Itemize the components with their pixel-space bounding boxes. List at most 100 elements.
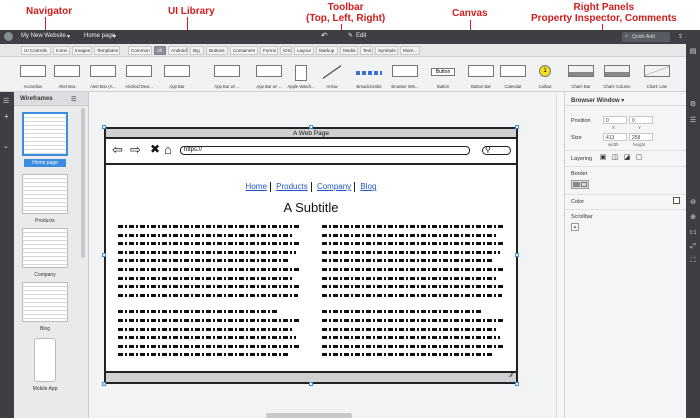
library-tab-common[interactable]: Common xyxy=(128,46,152,55)
panel-toggle-icon[interactable]: ▤ xyxy=(688,47,698,57)
zoom-actual-size[interactable]: 1:1 xyxy=(688,228,698,238)
selection-handle[interactable] xyxy=(515,125,519,129)
inspector-header: Browser Window ▾ xyxy=(565,92,687,106)
selection-handle[interactable] xyxy=(515,253,519,257)
send-backward-icon[interactable]: ◪ xyxy=(623,154,631,162)
library-item-callout[interactable]: 1 Callout xyxy=(528,60,562,90)
library-tab-more[interactable]: More... xyxy=(400,46,420,55)
edit-menu[interactable]: Edit xyxy=(356,33,366,39)
position-y-input[interactable]: 0 xyxy=(629,116,653,124)
inspector-title-chevron-icon[interactable]: ▾ xyxy=(621,98,624,104)
library-tab-containers[interactable]: Containers xyxy=(230,46,258,55)
navigator-page-thumbnail-products[interactable] xyxy=(22,174,68,214)
library-tab-images[interactable]: Images xyxy=(72,46,92,55)
border-style-toggle[interactable] xyxy=(571,180,589,189)
library-item-app-bar-w[interactable]: App Bar w/ ... xyxy=(210,60,244,90)
library-tab-icons[interactable]: Icons xyxy=(53,46,70,55)
project-menu-chevron-icon[interactable]: ▾ xyxy=(67,33,70,40)
color-picker-icon[interactable] xyxy=(673,197,680,204)
zoom-in-icon[interactable]: ⊕ xyxy=(688,213,698,223)
project-name[interactable]: My New Website xyxy=(21,33,66,39)
panels-icon[interactable]: ☰ xyxy=(3,97,9,105)
library-tabs: UI Controls Icons Images Templates Common All… xyxy=(0,44,700,57)
library-item-button[interactable]: Button Button xyxy=(426,60,460,90)
quick-add-placeholder: Quick Add xyxy=(632,34,655,40)
library-item-label: Chart: Column xyxy=(603,84,631,89)
collapse-chevron-icon[interactable]: ⌄ xyxy=(3,142,9,150)
library-item-app-bar[interactable]: App Bar xyxy=(160,60,194,90)
library-item-label: Arrow xyxy=(326,84,338,89)
width-input[interactable]: 413 xyxy=(603,133,627,141)
library-item-alert-box-a[interactable]: Alert Box (A... xyxy=(86,60,120,90)
navigator-page-label-products[interactable]: Products xyxy=(14,218,76,224)
page-name[interactable]: Home page xyxy=(84,33,115,39)
library-item-accordion[interactable]: Accordion xyxy=(16,60,50,90)
navigator-page-label-mobile-app[interactable]: Mobile App xyxy=(14,386,76,392)
bring-to-front-icon[interactable]: ▣ xyxy=(599,154,607,162)
library-tab-templates[interactable]: Templates xyxy=(94,46,120,55)
mockup-browser-window[interactable]: A Web Page ⇦ ⇨ ✖ ⌂ https:// ⚲ Home Produ… xyxy=(104,127,518,384)
navigator-options-icon[interactable]: ☰ xyxy=(71,96,76,103)
quick-add-input[interactable]: ⌕ Quick Add xyxy=(622,32,670,42)
navigator-page-thumbnail-company[interactable] xyxy=(22,228,68,268)
library-tab-media[interactable]: Media xyxy=(340,46,358,55)
undo-icon[interactable]: ↶ xyxy=(321,31,328,40)
library-tab-all[interactable]: All xyxy=(154,46,166,55)
border-dashed-icon xyxy=(581,182,587,187)
library-tab-text[interactable]: Text xyxy=(360,46,373,55)
library-item-browser-win[interactable]: Browser Win... xyxy=(388,60,422,90)
library-tab-ios[interactable]: iOS xyxy=(280,46,292,55)
fit-to-screen-icon[interactable]: ⤢ xyxy=(688,242,698,252)
properties-icon[interactable]: ⚙ xyxy=(688,100,698,110)
library-item-breadcrumbs[interactable]: Breadcrumbs xyxy=(352,60,386,90)
navigator-page-label-home-page[interactable]: Home page xyxy=(24,159,66,167)
comments-icon[interactable]: ☰ xyxy=(688,116,698,126)
library-tab-symbols[interactable]: Symbols xyxy=(375,46,398,55)
library-item-alert-box[interactable]: Alert Box xyxy=(50,60,84,90)
library-item-android-devi[interactable]: Android Devi... xyxy=(122,60,156,90)
height-input[interactable]: 258 xyxy=(629,133,653,141)
app-logo-icon[interactable] xyxy=(4,32,13,41)
send-to-back-icon[interactable]: ▢ xyxy=(635,154,643,162)
position-label: Position xyxy=(571,118,591,124)
library-tab-layout[interactable]: Layout xyxy=(294,46,314,55)
library-item-chart-line[interactable]: Chart: Line xyxy=(640,60,674,90)
navigator-page-label-company[interactable]: Company xyxy=(14,272,76,278)
selection-handle[interactable] xyxy=(309,125,313,129)
bring-forward-icon[interactable]: ◫ xyxy=(611,154,619,162)
mockup-links: Home Products Company Blog xyxy=(106,182,516,192)
library-tab-markup[interactable]: Markup xyxy=(316,46,338,55)
canvas-vertical-scrollbar[interactable] xyxy=(556,92,564,418)
library-tab-buttons[interactable]: Buttons xyxy=(206,46,228,55)
navigator-page-label-blog[interactable]: Blog xyxy=(14,326,76,332)
height-caption: height xyxy=(633,142,646,147)
zoom-out-icon[interactable]: ⊖ xyxy=(688,198,698,208)
scrollbar-checkbox[interactable]: ✕ xyxy=(571,223,579,231)
fullscreen-icon[interactable]: ⛶ xyxy=(688,256,698,266)
mockup-placeholder-text-line xyxy=(322,293,502,297)
library-tab-big[interactable]: Big xyxy=(190,46,204,55)
share-icon[interactable]: ⇪ xyxy=(678,33,683,40)
edit-pencil-icon[interactable]: ✎ xyxy=(348,32,353,39)
selection-handle[interactable] xyxy=(102,125,106,129)
navigator-scrollbar[interactable] xyxy=(81,108,85,258)
library-item-chart-column[interactable]: Chart: Column xyxy=(600,60,634,90)
selection-handle[interactable] xyxy=(102,253,106,257)
inspector-title[interactable]: Browser Window xyxy=(571,98,620,104)
page-menu-chevron-icon[interactable]: ▾ xyxy=(113,33,116,40)
canvas-horizontal-scrollbar[interactable] xyxy=(266,413,352,418)
selection-handle[interactable] xyxy=(309,382,313,386)
navigator-page-thumbnail-home-page[interactable] xyxy=(22,112,68,156)
navigator-page-thumbnail-mobile-app[interactable] xyxy=(34,338,56,382)
selection-handle[interactable] xyxy=(102,382,106,386)
library-tab-android[interactable]: Android xyxy=(168,46,188,55)
library-item-arrow[interactable]: Arrow xyxy=(315,60,349,90)
add-icon[interactable]: + xyxy=(4,112,9,121)
library-tab-forms[interactable]: Forms xyxy=(260,46,278,55)
library-item-chart-bar[interactable]: Chart: Bar xyxy=(564,60,598,90)
library-tab-ui-controls[interactable]: UI Controls xyxy=(21,46,51,55)
position-x-input[interactable]: 0 xyxy=(603,116,627,124)
left-toolbar: ☰ + ⌄ xyxy=(0,92,14,418)
navigator-page-thumbnail-blog[interactable] xyxy=(22,282,68,322)
selection-handle[interactable] xyxy=(515,382,519,386)
